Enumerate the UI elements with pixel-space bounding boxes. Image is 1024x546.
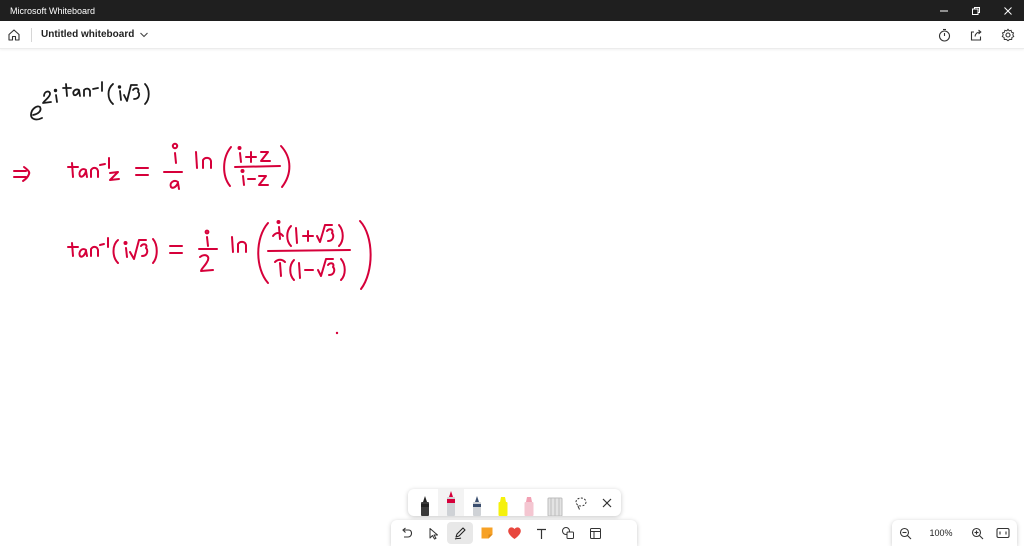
black-pen[interactable] [412, 489, 438, 516]
ink-expression-3 [67, 220, 372, 290]
restore-icon[interactable] [960, 0, 992, 21]
ink-expression-2 [13, 142, 291, 190]
zoom-out-icon[interactable] [892, 522, 918, 544]
fit-to-screen-icon[interactable] [990, 522, 1016, 544]
yellow-highlighter[interactable] [490, 489, 516, 516]
blue-pen[interactable] [464, 489, 490, 516]
window-controls [928, 0, 1024, 21]
pen-tray [408, 489, 621, 516]
pink-highlighter[interactable] [516, 489, 542, 516]
board-title[interactable]: Untitled whiteboard [41, 29, 134, 40]
header-divider [31, 27, 32, 42]
header-actions [928, 21, 1024, 49]
pen-icon[interactable] [447, 522, 473, 544]
home-icon[interactable] [1, 22, 27, 48]
settings-icon[interactable] [992, 21, 1024, 49]
close-icon[interactable] [992, 0, 1024, 21]
ruler[interactable] [542, 489, 568, 516]
whiteboard-canvas[interactable] [0, 50, 1024, 546]
share-icon[interactable] [960, 21, 992, 49]
zoom-controls: 100% [892, 520, 1017, 546]
templates-icon[interactable] [582, 522, 608, 544]
close-icon[interactable] [594, 489, 620, 516]
chevron-down-icon[interactable] [139, 31, 149, 39]
bottom-toolbar [391, 520, 637, 546]
app-header: Untitled whiteboard [0, 21, 1024, 49]
ink-expression-1 [30, 81, 150, 121]
zoom-in-icon[interactable] [964, 522, 990, 544]
zoom-level[interactable]: 100% [918, 528, 964, 538]
timer-icon[interactable] [928, 21, 960, 49]
title-bar: Microsoft Whiteboard [0, 0, 1024, 21]
sticky-note-icon[interactable] [474, 522, 500, 544]
reaction-icon[interactable] [501, 522, 527, 544]
ink-dot [335, 331, 339, 335]
text-icon[interactable] [528, 522, 554, 544]
app-title: Microsoft Whiteboard [10, 5, 96, 16]
lasso-icon[interactable] [568, 489, 594, 516]
red-pen[interactable] [438, 489, 464, 516]
undo-icon[interactable] [393, 522, 419, 544]
shapes-icon[interactable] [555, 522, 581, 544]
select-icon[interactable] [420, 522, 446, 544]
minimize-icon[interactable] [928, 0, 960, 21]
